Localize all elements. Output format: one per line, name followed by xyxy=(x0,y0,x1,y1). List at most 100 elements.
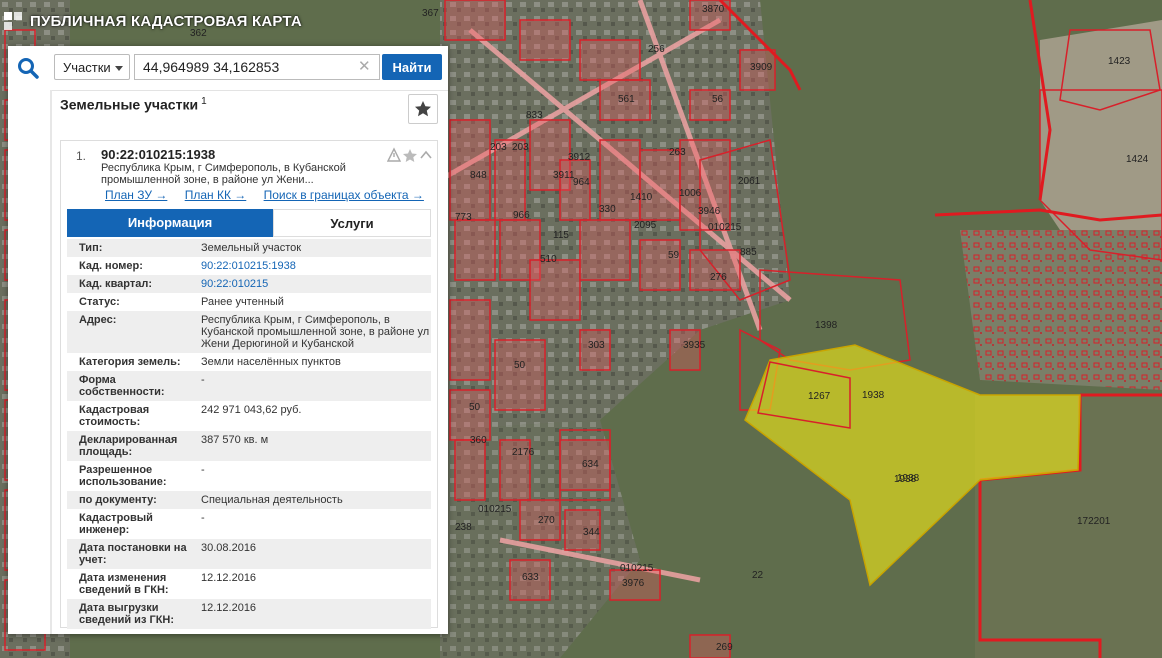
scrollbar xyxy=(8,90,52,634)
map-parcel-label: 773 xyxy=(455,212,472,223)
search-input[interactable] xyxy=(134,54,380,80)
map-parcel-label: 276 xyxy=(710,272,727,283)
map-parcel-label: 22 xyxy=(752,570,764,581)
map-parcel-label: 56 xyxy=(712,94,724,105)
search-bar: Участки ✕ Найти xyxy=(8,46,448,91)
info-table: Тип: Земельный участок Кад. номер: 90:22:01… xyxy=(67,239,431,629)
info-row: Дата постановки на учет: 30.08.2016 xyxy=(67,539,431,569)
info-value: 387 570 кв. м xyxy=(201,434,269,446)
info-value: 30.08.2016 xyxy=(201,542,257,554)
info-key: Форма собственности: xyxy=(79,374,165,398)
search-icon[interactable] xyxy=(14,54,42,82)
map-parcel-label: 633 xyxy=(522,572,539,583)
chevron-down-icon xyxy=(115,66,123,71)
info-row: Адрес: Республика Крым, г Симферополь, в … xyxy=(67,311,431,353)
map-parcel-label: 367 xyxy=(422,8,439,19)
info-value: 242 971 043,62 руб. xyxy=(201,404,302,416)
results-header-title: Земельные участки xyxy=(60,96,199,113)
map-parcel-label: 3911 xyxy=(553,170,575,181)
search-type-select[interactable]: Участки xyxy=(54,54,130,80)
info-key: Кад. квартал: xyxy=(79,278,153,290)
app-title: ПУБЛИЧНАЯ КАДАСТРОВАЯ КАРТА xyxy=(30,12,302,30)
info-row: Кад. номер: 90:22:010215:1938 xyxy=(67,257,431,275)
info-value: - xyxy=(201,512,205,524)
info-value: Земельный участок xyxy=(201,242,302,254)
info-row: Форма собственности: - xyxy=(67,371,431,401)
tab-services[interactable]: Услуги xyxy=(273,209,431,237)
info-key: Тип: xyxy=(79,242,103,254)
result-index: 1. xyxy=(76,149,87,163)
info-row: Разрешенное использование: - xyxy=(67,461,431,491)
map-parcel-label: 1267 xyxy=(808,391,831,402)
info-key: Декларированная площадь: xyxy=(79,434,178,458)
map-parcel-label: 1938 xyxy=(862,390,885,401)
chevron-up-icon[interactable] xyxy=(420,150,432,159)
result-address: Республика Крым, г Симферополь, в Кубанс… xyxy=(101,162,346,186)
map-parcel-label: 256 xyxy=(648,44,665,55)
map-parcel-label: 833 xyxy=(526,110,543,121)
map-parcel-label: 172201 xyxy=(1077,516,1111,527)
map-parcel-label: 3912 xyxy=(568,152,591,163)
search-type-label: Участки xyxy=(63,60,111,75)
scroll-track[interactable] xyxy=(50,90,52,634)
map-parcel-label: 634 xyxy=(582,459,599,470)
map-parcel-label: 50 xyxy=(514,360,526,371)
info-value: - xyxy=(201,374,205,386)
info-row: Категория земель: Земли населённых пункто… xyxy=(67,353,431,371)
favorite-button[interactable] xyxy=(408,94,438,124)
map-parcel-label: 203 xyxy=(512,142,529,153)
info-key: Дата постановки на учет: xyxy=(79,542,187,566)
tab-info[interactable]: Информация xyxy=(67,209,273,237)
village-area xyxy=(960,230,1162,390)
result-card[interactable]: 1. 90:22:010215:1938 Республика Крым, г … xyxy=(60,140,438,629)
map-parcel-label: 561 xyxy=(618,94,635,105)
search-panel: Участки ✕ Найти Земельные участки1 1. 90… xyxy=(8,46,448,634)
map-parcel-label: 115 xyxy=(553,230,569,241)
search-in-bounds-link[interactable]: Поиск в границах объекта → xyxy=(264,188,424,202)
map-parcel-label: 1398 xyxy=(815,320,838,331)
result-tabs: Информация Услуги xyxy=(67,209,431,237)
info-key: по документу: xyxy=(79,494,157,506)
map-parcel-label: 238 xyxy=(455,522,472,533)
find-button[interactable]: Найти xyxy=(382,54,442,80)
clear-icon[interactable]: ✕ xyxy=(358,58,372,76)
plan-zu-link[interactable]: План ЗУ → xyxy=(105,188,167,202)
map-parcel-label: 3946 xyxy=(698,206,721,217)
info-key: Кадастровая стоимость: xyxy=(79,404,150,428)
warning-icon[interactable] xyxy=(386,147,402,162)
map-parcel-label: 203 xyxy=(490,142,507,153)
map-parcel-label: 1424 xyxy=(1126,154,1149,165)
info-row: по документу: Специальная деятельность xyxy=(67,491,431,509)
star-outline-icon[interactable] xyxy=(403,149,417,162)
map-parcel-label: 010215 xyxy=(478,504,512,515)
map-parcel-label: 848 xyxy=(470,170,487,181)
info-row: Декларированная площадь: 387 570 кв. м xyxy=(67,431,431,461)
plan-kk-link[interactable]: План КК → xyxy=(185,188,247,202)
map-parcel-label: 360 xyxy=(470,435,487,446)
info-row: Кад. квартал: 90:22:010215 xyxy=(67,275,431,293)
map-parcel-label: 1006 xyxy=(679,188,702,199)
app-logo-icon xyxy=(4,12,22,30)
info-value: 12.12.2016 xyxy=(201,602,257,614)
map-parcel-label: 1423 xyxy=(1108,56,1131,67)
map-parcel-label: 269 xyxy=(716,642,733,653)
map-parcel-label: 1938 xyxy=(897,473,920,484)
map-parcel-label: 2061 xyxy=(738,176,761,187)
map-parcel-label: 330 xyxy=(599,204,616,215)
map-parcel-label: 3976 xyxy=(622,578,645,589)
info-key: Статус: xyxy=(79,296,120,308)
info-key: Разрешенное использование: xyxy=(79,464,167,488)
info-key: Адрес: xyxy=(79,314,117,326)
info-value[interactable]: 90:22:010215:1938 xyxy=(187,260,431,272)
result-cad-number[interactable]: 90:22:010215:1938 xyxy=(101,147,215,162)
info-key: Кад. номер: xyxy=(79,260,143,272)
info-value: - xyxy=(201,464,205,476)
map-parcel-label: 010215 xyxy=(620,563,654,574)
info-value[interactable]: 90:22:010215 xyxy=(187,278,431,290)
map-parcel-label: 885 xyxy=(740,247,757,258)
map-parcel-label: 3935 xyxy=(683,340,706,351)
info-value: Земли населённых пунктов xyxy=(201,356,341,368)
info-row: Кадастровая стоимость: 242 971 043,62 руб… xyxy=(67,401,431,431)
map-parcel-label: 344 xyxy=(583,527,600,538)
info-row: Кадастровый инженер: - xyxy=(67,509,431,539)
